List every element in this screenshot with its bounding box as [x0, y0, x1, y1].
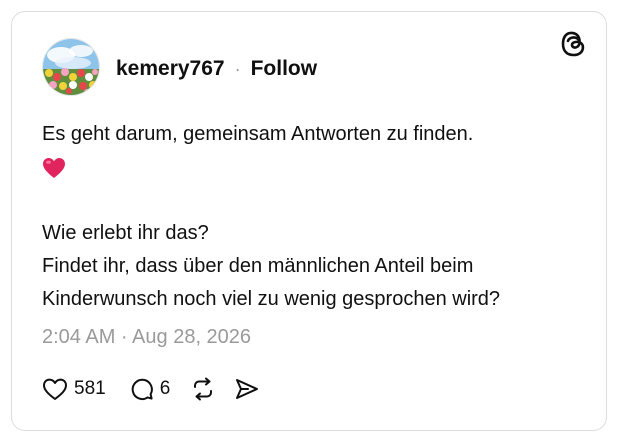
reply-button[interactable]: 6 — [130, 377, 171, 401]
post-text-line: Findet ihr, dass über den männlichen Ant… — [42, 255, 474, 277]
post-header: kemery767 · Follow — [116, 54, 317, 84]
post-card: kemery767 · Follow Es geht darum, gemein… — [11, 11, 607, 431]
reply-count: 6 — [159, 378, 171, 399]
avatar[interactable] — [42, 38, 100, 96]
separator-dot: · — [234, 58, 241, 79]
post-text-line: Kinderwunsch noch viel zu wenig gesproch… — [42, 288, 501, 310]
threads-logo-icon[interactable] — [560, 30, 588, 58]
follow-button[interactable]: Follow — [251, 57, 318, 81]
post-text-line: Es geht darum, gemeinsam Antworten zu fi… — [42, 123, 474, 145]
avatar-image — [43, 39, 99, 95]
repost-button[interactable] — [190, 377, 216, 401]
heart-emoji-icon — [42, 157, 66, 179]
heart-icon — [43, 378, 67, 400]
share-button[interactable] — [234, 377, 260, 401]
username[interactable]: kemery767 — [116, 57, 225, 81]
like-count: 581 — [74, 378, 106, 399]
action-bar: 581 6 — [42, 374, 260, 404]
like-button[interactable]: 581 — [42, 377, 106, 401]
post-timestamp[interactable]: 2:04 AM · Aug 28, 2026 — [42, 326, 251, 349]
post-text-line: Wie erlebt ihr das? — [42, 222, 209, 244]
repost-icon — [194, 377, 213, 401]
post-body: Es geht darum, gemeinsam Antworten zu fi… — [42, 118, 587, 316]
share-send-icon — [236, 379, 259, 399]
comment-bubble-icon — [131, 378, 153, 400]
heart-emoji-line — [42, 151, 587, 184]
